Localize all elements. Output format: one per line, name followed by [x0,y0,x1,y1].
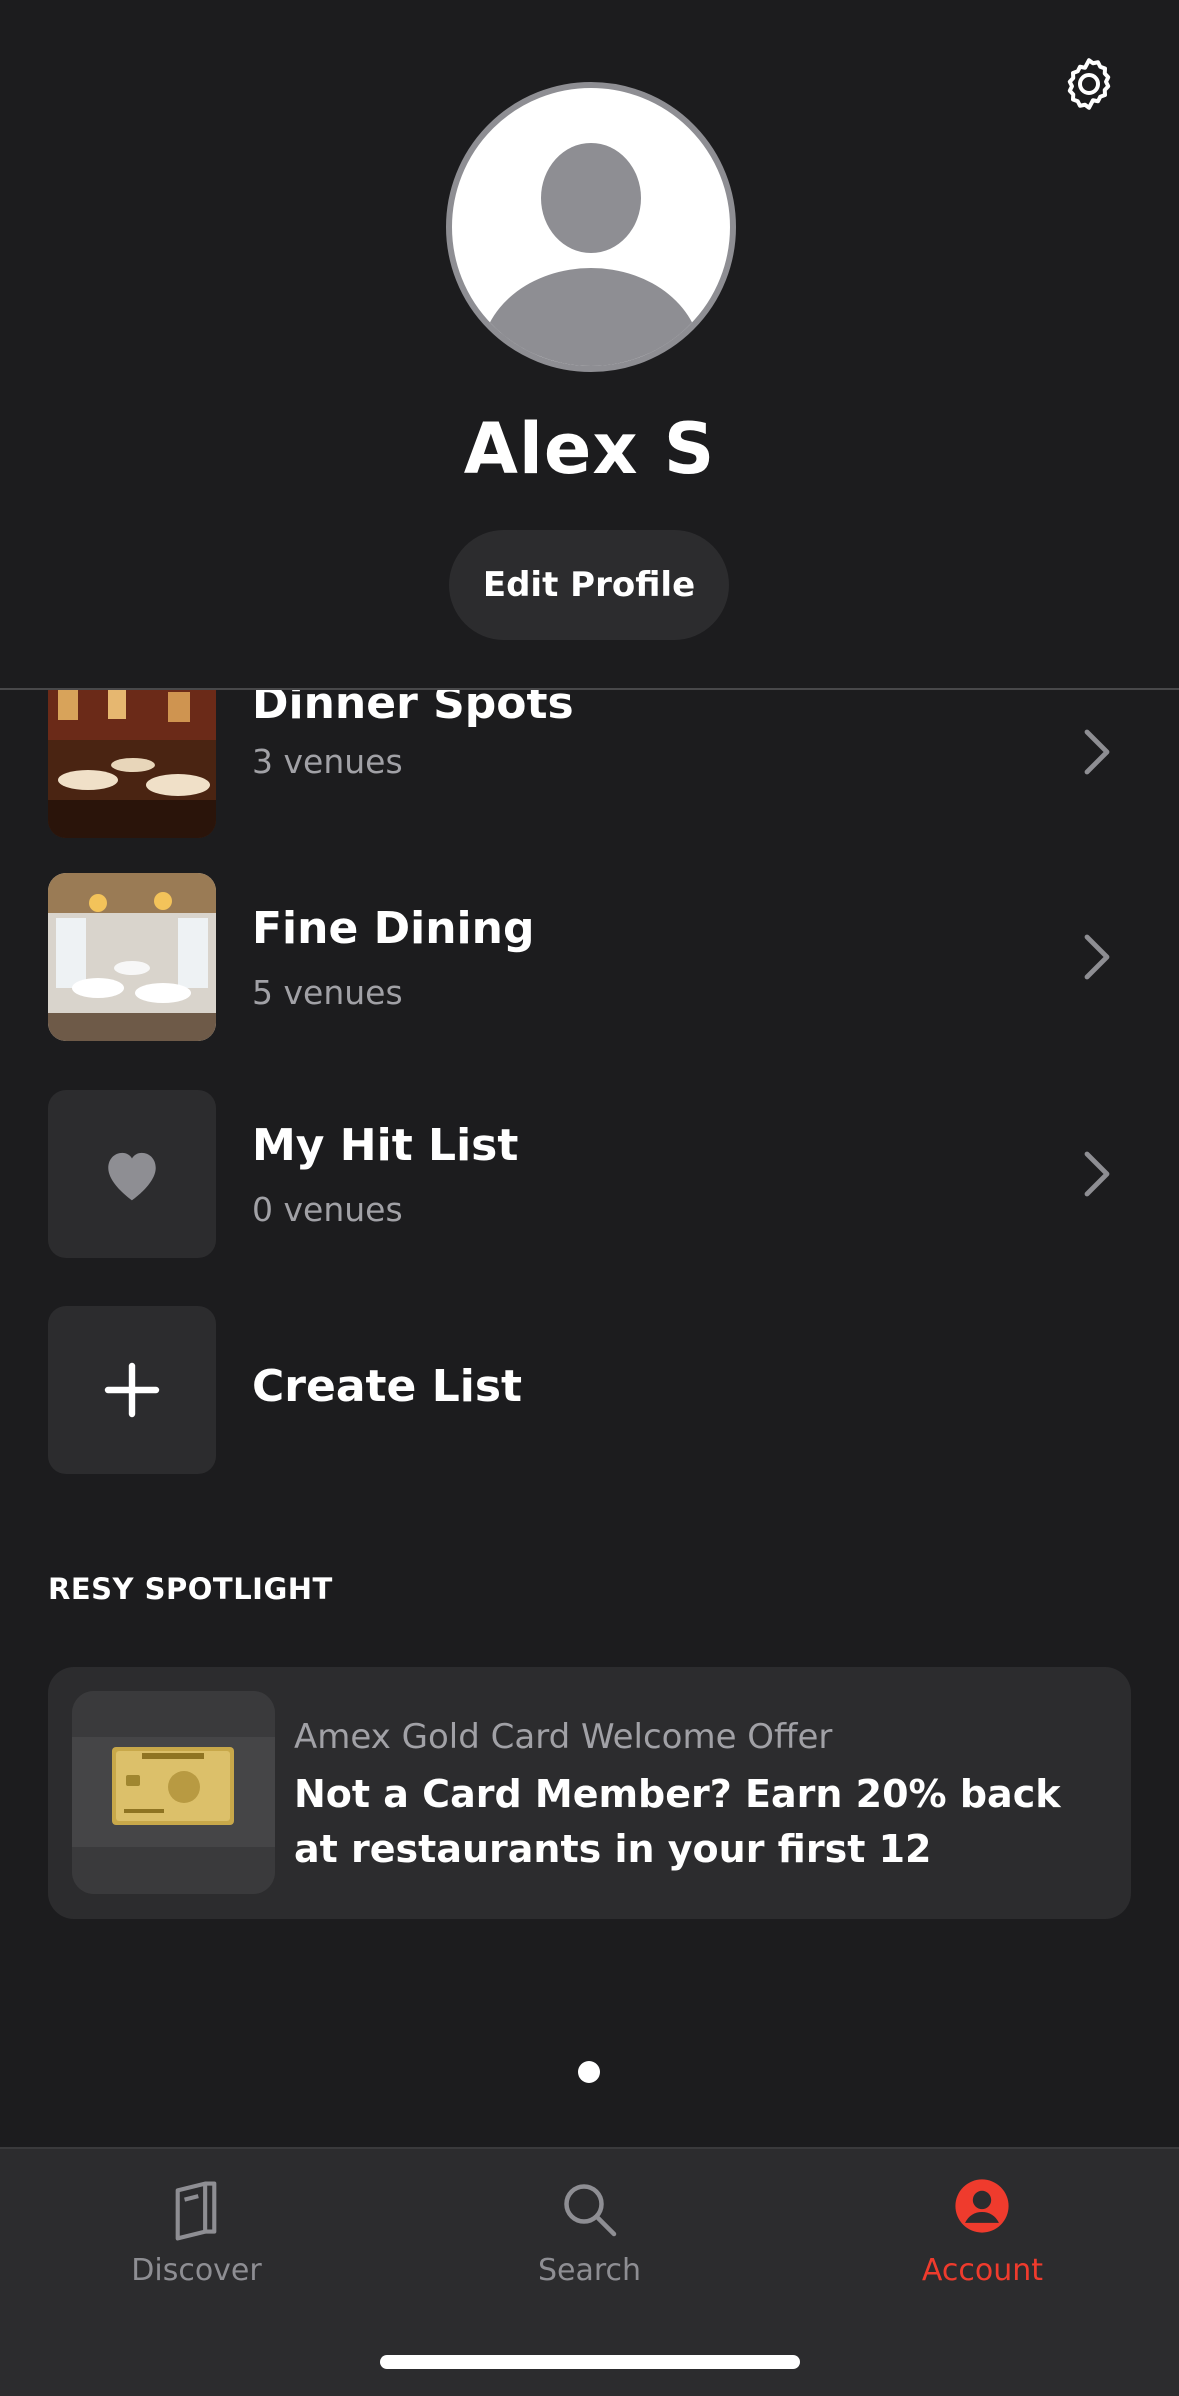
plus-icon [104,1362,160,1418]
avatar-placeholder-icon [481,143,701,366]
tab-label: Account [921,2253,1044,2288]
spotlight-eyebrow: Amex Gold Card Welcome Offer [294,1717,833,1757]
profile-name: Alex S [463,408,716,490]
list-title: Fine Dining [252,903,535,954]
create-list-thumb [48,1306,216,1474]
account-icon [955,2179,1009,2233]
edit-profile-button[interactable]: Edit Profile [449,530,729,640]
account-screen: Alex S Edit Profile Dinner Spots 3 venue… [0,0,1179,2396]
list-thumb-fine-dining [48,873,216,1041]
tab-account[interactable]: Account [786,2149,1179,2349]
carousel-page-indicator[interactable] [578,2061,600,2083]
restaurant-photo [48,690,216,838]
book-icon [175,2181,217,2241]
amex-card-thumb [72,1691,275,1894]
list-subtitle: 0 venues [252,1190,403,1229]
home-indicator [380,2355,800,2369]
spotlight-heading: RESY SPOTLIGHT [48,1572,333,1606]
list-subtitle: 3 venues [252,742,403,781]
chevron-right-icon [1084,1151,1110,1197]
list-item-my-hit-list[interactable]: My Hit List 0 venues [0,1090,1179,1260]
spotlight-body: Not a Card Member? Earn 20% back at rest… [294,1772,1061,1871]
settings-button[interactable] [1057,52,1121,116]
list-thumb-my-hit-list [48,1090,216,1258]
tab-search[interactable]: Search [393,2149,786,2349]
gear-icon [1067,58,1111,110]
search-icon [564,2184,617,2237]
tab-label: Search [537,2253,642,2288]
list-item-dinner-spots[interactable]: Dinner Spots 3 venues [0,690,1179,840]
list-title: Dinner Spots [252,690,574,729]
amex-gold-card-image [72,1691,275,1894]
chevron-right-icon [1084,934,1110,980]
list-thumb-dinner-spots [48,690,216,838]
list-title: My Hit List [252,1120,519,1171]
saved-lists: Dinner Spots 3 venues Fine Dining 5 venu… [0,690,1179,1520]
spotlight-card[interactable]: Amex Gold Card Welcome Offer Not a Card … [48,1667,1131,1919]
create-list-label: Create List [252,1361,523,1412]
tab-discover[interactable]: Discover [0,2149,393,2349]
tab-label: Discover [131,2253,262,2288]
chevron-right-icon [1084,729,1110,775]
heart-icon [108,1152,156,1201]
restaurant-photo [48,873,216,1041]
list-subtitle: 5 venues [252,973,403,1012]
list-item-fine-dining[interactable]: Fine Dining 5 venues [0,873,1179,1043]
avatar[interactable] [446,82,736,372]
create-list-button[interactable]: Create List [0,1306,1179,1476]
